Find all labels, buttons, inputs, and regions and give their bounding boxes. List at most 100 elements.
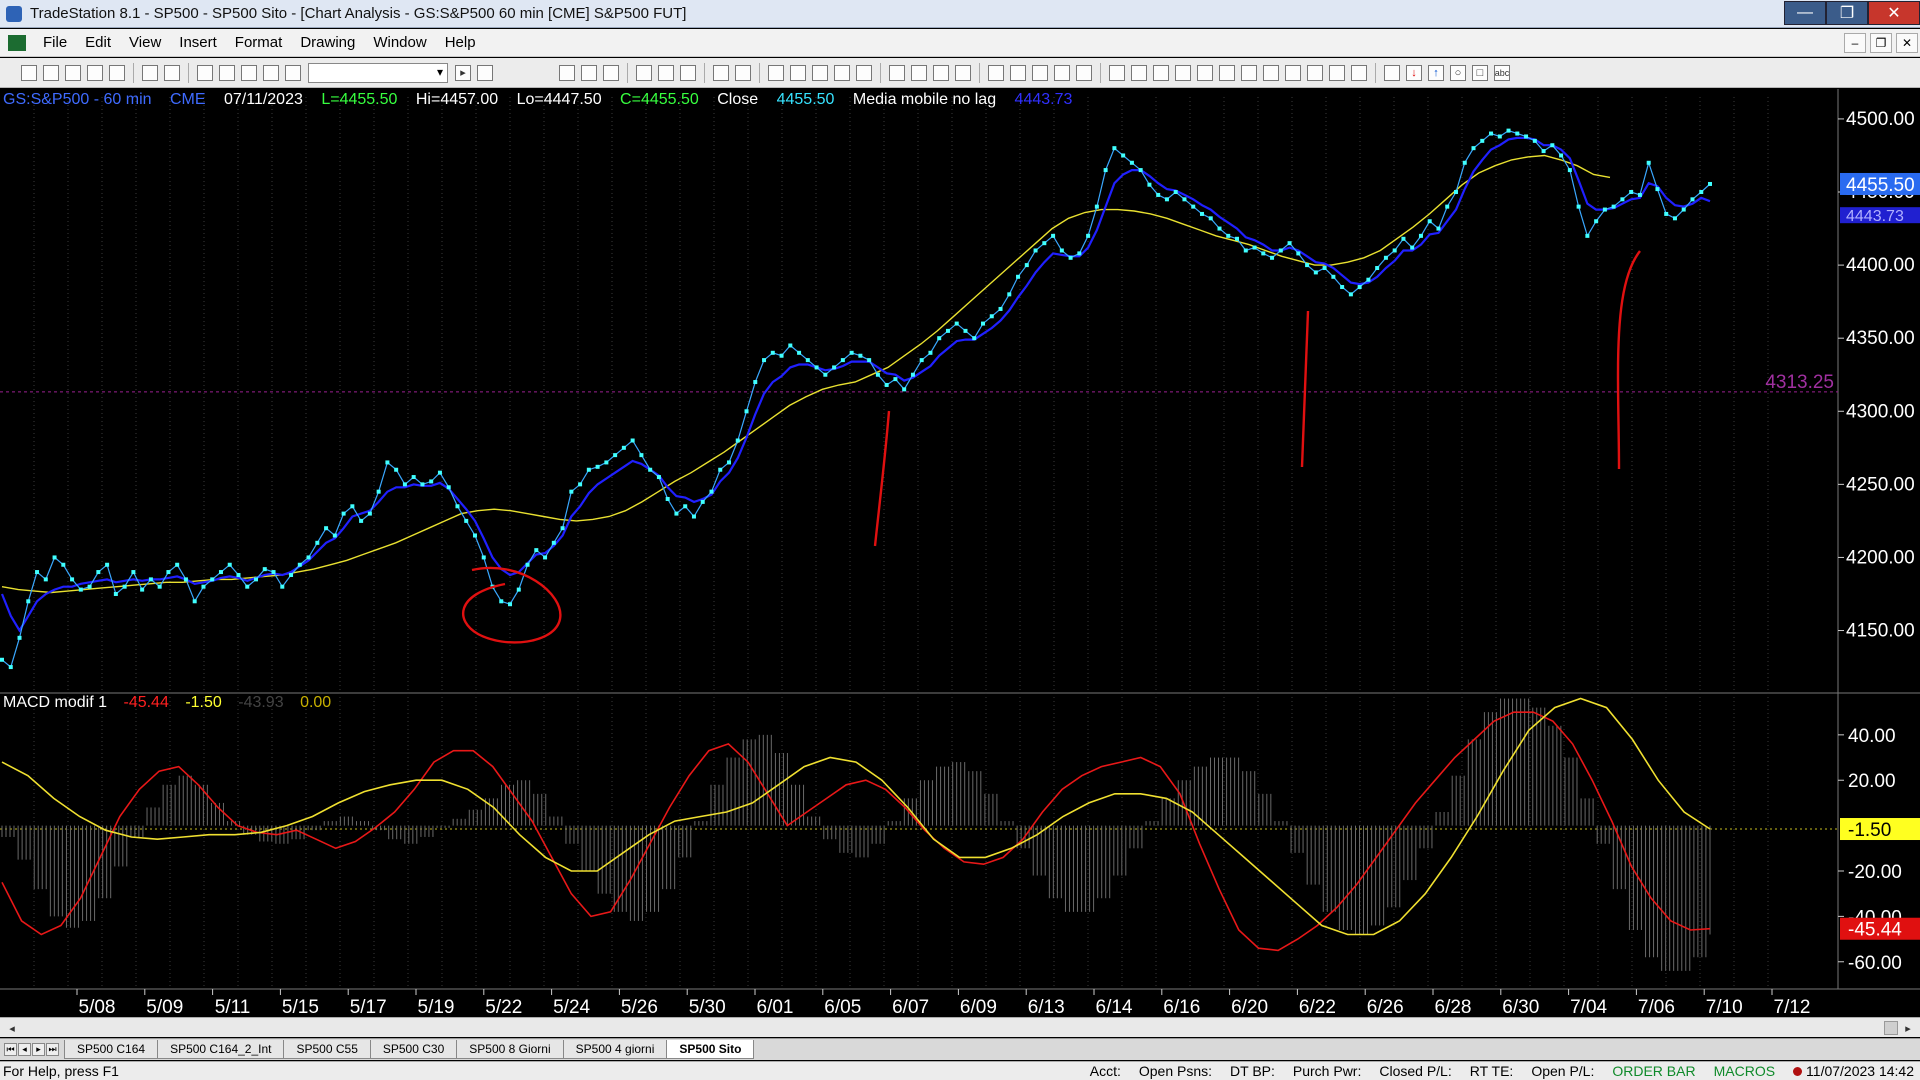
arrow-up-icon[interactable]: ↑ bbox=[1428, 64, 1444, 81]
palette-icon[interactable] bbox=[285, 64, 301, 81]
strategy-icon[interactable] bbox=[658, 64, 674, 81]
cycle-icon[interactable] bbox=[1329, 64, 1345, 81]
tradestation-app-icon[interactable] bbox=[6, 5, 22, 22]
curve-icon[interactable] bbox=[1384, 64, 1400, 81]
new-icon[interactable] bbox=[21, 64, 37, 81]
channel-icon[interactable] bbox=[1307, 64, 1323, 81]
zoom-out-icon[interactable] bbox=[955, 64, 971, 81]
mdi-close-button[interactable]: ✕ bbox=[1896, 32, 1918, 53]
scroll-left-icon[interactable]: ◂ bbox=[4, 1020, 20, 1036]
menu-view[interactable]: View bbox=[120, 34, 170, 51]
arrows-icon[interactable] bbox=[1285, 64, 1301, 81]
drawing-tools-icon[interactable] bbox=[1032, 64, 1048, 81]
tab-sp500-sito[interactable]: SP500 Sito bbox=[666, 1040, 755, 1059]
minimize-button[interactable]: — bbox=[1784, 1, 1826, 25]
order-icon[interactable] bbox=[1010, 64, 1026, 81]
tab-sp500-c164-2-int[interactable]: SP500 C164_2_Int bbox=[157, 1040, 285, 1059]
lock-icon[interactable] bbox=[241, 64, 257, 81]
format-icon[interactable] bbox=[713, 64, 729, 81]
last-label: L=4455.50 bbox=[321, 91, 398, 108]
trendline-icon[interactable] bbox=[1109, 64, 1125, 81]
tools-icon[interactable] bbox=[263, 64, 279, 81]
save-icon[interactable] bbox=[142, 64, 158, 81]
mdi-restore-button[interactable]: ❐ bbox=[1870, 32, 1892, 53]
close-point bbox=[1059, 248, 1064, 253]
pencil-icon[interactable] bbox=[1351, 64, 1367, 81]
indicator-icon[interactable] bbox=[636, 64, 652, 81]
tab-last-icon[interactable]: ⏭ bbox=[46, 1043, 59, 1056]
tab-sp500-c30[interactable]: SP500 C30 bbox=[369, 1040, 458, 1059]
tab-next-icon[interactable]: ▸ bbox=[32, 1043, 45, 1056]
maximize-button[interactable]: ❐ bbox=[1826, 1, 1868, 25]
menu-insert[interactable]: Insert bbox=[170, 34, 226, 51]
fan-icon[interactable] bbox=[1197, 64, 1213, 81]
andrews-icon[interactable] bbox=[1263, 64, 1279, 81]
horizontal-scrollbar[interactable]: ◂ ▸ bbox=[0, 1017, 1920, 1037]
mdi-minimize-button[interactable]: – bbox=[1844, 32, 1866, 53]
export-icon[interactable] bbox=[1054, 64, 1070, 81]
format-2-icon[interactable] bbox=[735, 64, 751, 81]
close-button[interactable]: ✕ bbox=[1868, 1, 1920, 25]
menu-file[interactable]: File bbox=[34, 34, 76, 51]
open-workspace-icon[interactable] bbox=[65, 64, 81, 81]
radar-icon[interactable] bbox=[790, 64, 806, 81]
close-point bbox=[630, 438, 635, 443]
dt-bp-label: DT BP: bbox=[1230, 1063, 1275, 1079]
order-bar-button[interactable]: ORDER BAR bbox=[1612, 1063, 1695, 1079]
chart-canvas[interactable]: 4500.004450.004400.004350.004300.004250.… bbox=[0, 89, 1920, 1018]
volume-icon[interactable] bbox=[856, 64, 872, 81]
scrollbar-thumb[interactable] bbox=[1884, 1021, 1898, 1035]
refresh-icon[interactable] bbox=[680, 64, 696, 81]
pointer-icon[interactable] bbox=[988, 64, 1004, 81]
tab-sp500-c55[interactable]: SP500 C55 bbox=[283, 1040, 371, 1059]
folder-icon[interactable] bbox=[109, 64, 125, 81]
close-point bbox=[621, 445, 626, 450]
ellipse-icon[interactable]: ○ bbox=[1450, 64, 1466, 81]
close-point bbox=[700, 499, 705, 504]
bar-chart-icon[interactable] bbox=[812, 64, 828, 81]
arrow-down-icon[interactable]: ↓ bbox=[1406, 64, 1422, 81]
new-workspace-icon[interactable] bbox=[87, 64, 103, 81]
menu-help[interactable]: Help bbox=[436, 34, 485, 51]
vertical-lines-icon[interactable] bbox=[1131, 64, 1147, 81]
zoom-in-icon[interactable] bbox=[933, 64, 949, 81]
symbol-combo[interactable] bbox=[308, 62, 448, 83]
gann-icon[interactable] bbox=[1241, 64, 1257, 81]
tab-first-icon[interactable]: ⏮ bbox=[4, 1043, 17, 1056]
data-table-icon[interactable] bbox=[603, 64, 619, 81]
chart-style-2-icon[interactable] bbox=[581, 64, 597, 81]
menu-format[interactable]: Format bbox=[226, 34, 292, 51]
horizontal-lines-icon[interactable] bbox=[1153, 64, 1169, 81]
macros-button[interactable]: MACROS bbox=[1714, 1063, 1775, 1079]
close-point bbox=[1156, 192, 1161, 197]
tab-sp500-8-giorni[interactable]: SP500 8 Giorni bbox=[456, 1040, 564, 1059]
expand-icon[interactable] bbox=[911, 64, 927, 81]
print-icon[interactable] bbox=[164, 64, 180, 81]
window-list-icon[interactable] bbox=[219, 64, 235, 81]
window-icon[interactable] bbox=[197, 64, 213, 81]
account-status: Acct: Open Psns: DT BP: Purch Pwr: Close… bbox=[1090, 1063, 1914, 1079]
speed-lines-icon[interactable] bbox=[1219, 64, 1235, 81]
play-arrow-icon[interactable]: ▸ bbox=[455, 64, 471, 81]
text-icon[interactable]: abc bbox=[1494, 64, 1510, 81]
compress-icon[interactable] bbox=[889, 64, 905, 81]
menu-edit[interactable]: Edit bbox=[76, 34, 120, 51]
fibonacci-icon[interactable] bbox=[1175, 64, 1191, 81]
chart-window-icon[interactable] bbox=[8, 34, 26, 51]
menu-window[interactable]: Window bbox=[364, 34, 435, 51]
close-point bbox=[832, 365, 837, 370]
chart-style-icon[interactable] bbox=[559, 64, 575, 81]
window-title: TradeStation 8.1 - SP500 - SP500 Sito - … bbox=[30, 5, 687, 22]
search-zoom-icon[interactable] bbox=[477, 64, 493, 81]
chart-window[interactable]: 4500.004450.004400.004350.004300.004250.… bbox=[0, 89, 1920, 1021]
tab-sp500-4-giorni[interactable]: SP500 4 giorni bbox=[562, 1040, 668, 1059]
open-icon[interactable] bbox=[43, 64, 59, 81]
delete-icon[interactable] bbox=[1076, 64, 1092, 81]
tick-chart-icon[interactable] bbox=[834, 64, 850, 81]
scroll-right-icon[interactable]: ▸ bbox=[1900, 1020, 1916, 1036]
tab-sp500-c164[interactable]: SP500 C164 bbox=[64, 1040, 159, 1059]
rectangle-icon[interactable]: □ bbox=[1472, 64, 1488, 81]
matrix-icon[interactable] bbox=[768, 64, 784, 81]
tab-prev-icon[interactable]: ◂ bbox=[18, 1043, 31, 1056]
menu-drawing[interactable]: Drawing bbox=[291, 34, 364, 51]
